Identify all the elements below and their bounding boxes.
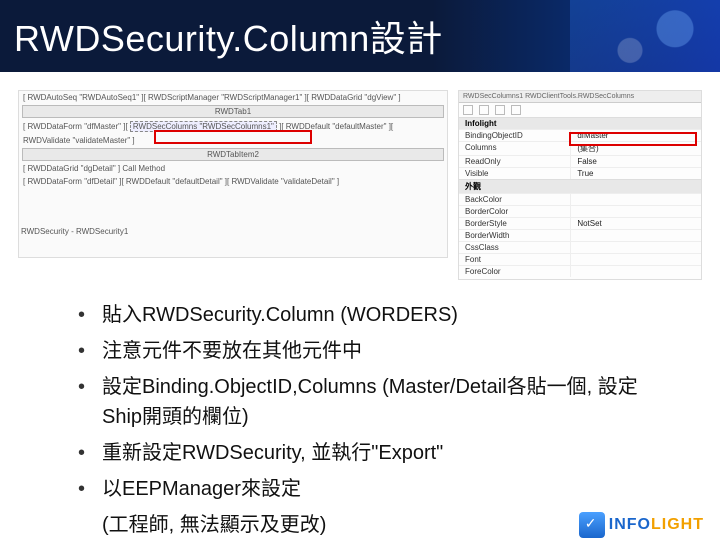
property-row: BorderStyleNotSet — [459, 217, 701, 229]
bullet-item: 注意元件不要放在其他元件中 — [78, 336, 672, 366]
property-value — [570, 206, 701, 217]
property-key: Font — [459, 254, 570, 265]
property-row: Font — [459, 253, 701, 265]
property-row: VisibleTrue — [459, 167, 701, 179]
designer-row: [ RWDDataGrid "dgDetail" ] Call Method — [19, 162, 447, 175]
property-row: CssClass — [459, 241, 701, 253]
brand-logo: INFOLIGHT — [579, 512, 704, 538]
bullet-item: 以EEPManager來設定 — [78, 474, 672, 504]
property-key: CssClass — [459, 242, 570, 253]
property-key: ForeColor — [459, 266, 570, 277]
property-row: BorderWidth — [459, 229, 701, 241]
property-category: Infolight — [459, 117, 701, 129]
tab-label: RWDTab1 — [22, 105, 444, 118]
property-value — [570, 194, 701, 205]
designer-row: [ RWDDataForm "dfDetail" ][ RWDDefault "… — [19, 175, 447, 188]
property-key: BindingObjectID — [459, 130, 570, 141]
property-row: BackColor — [459, 193, 701, 205]
property-key: ReadOnly — [459, 156, 570, 167]
bullet-item: 貼入RWDSecurity.Column (WORDERS) — [78, 300, 672, 330]
property-value: True — [570, 168, 701, 179]
bullet-list: 貼入RWDSecurity.Column (WORDERS) 注意元件不要放在其他… — [78, 300, 672, 540]
property-value — [570, 242, 701, 253]
slide-header: RWDSecurity.Column設計 — [0, 0, 720, 72]
highlight-box — [569, 132, 697, 146]
slide-title: RWDSecurity.Column設計 — [14, 10, 443, 62]
property-category: 外觀 — [459, 179, 701, 193]
property-grid-header: RWDSecColumns1 RWDClientTools.RWDSecColu… — [459, 91, 701, 103]
property-grid: RWDSecColumns1 RWDClientTools.RWDSecColu… — [458, 90, 702, 280]
bullet-item: 重新設定RWDSecurity, 並執行"Export" — [78, 438, 672, 468]
property-value: False — [570, 156, 701, 167]
property-value — [570, 254, 701, 265]
property-value: NotSet — [570, 218, 701, 229]
designer-row: [ RWDAutoSeq "RWDAutoSeq1" ][ RWDScriptM… — [19, 91, 447, 104]
property-row: ReadOnlyFalse — [459, 155, 701, 167]
property-value — [570, 266, 701, 277]
designer-screenshot: [ RWDAutoSeq "RWDAutoSeq1" ][ RWDScriptM… — [18, 90, 448, 258]
property-row: BorderColor — [459, 205, 701, 217]
tab-label: RWDTabItem2 — [22, 148, 444, 161]
highlight-box — [154, 130, 312, 144]
property-key: BorderWidth — [459, 230, 570, 241]
property-toolbar — [459, 103, 701, 117]
logo-text: INFOLIGHT — [609, 516, 704, 534]
property-key: BorderColor — [459, 206, 570, 217]
logo-mark — [579, 512, 605, 538]
property-key: Columns — [459, 142, 570, 155]
property-value — [570, 230, 701, 241]
property-key: BackColor — [459, 194, 570, 205]
property-key: Visible — [459, 168, 570, 179]
property-key: BorderStyle — [459, 218, 570, 229]
bullet-item: 設定Binding.ObjectID,Columns (Master/Detai… — [78, 372, 672, 432]
property-row: ForeColor — [459, 265, 701, 277]
tree-node: RWDSecurity - RWDSecurity1 — [21, 227, 128, 236]
